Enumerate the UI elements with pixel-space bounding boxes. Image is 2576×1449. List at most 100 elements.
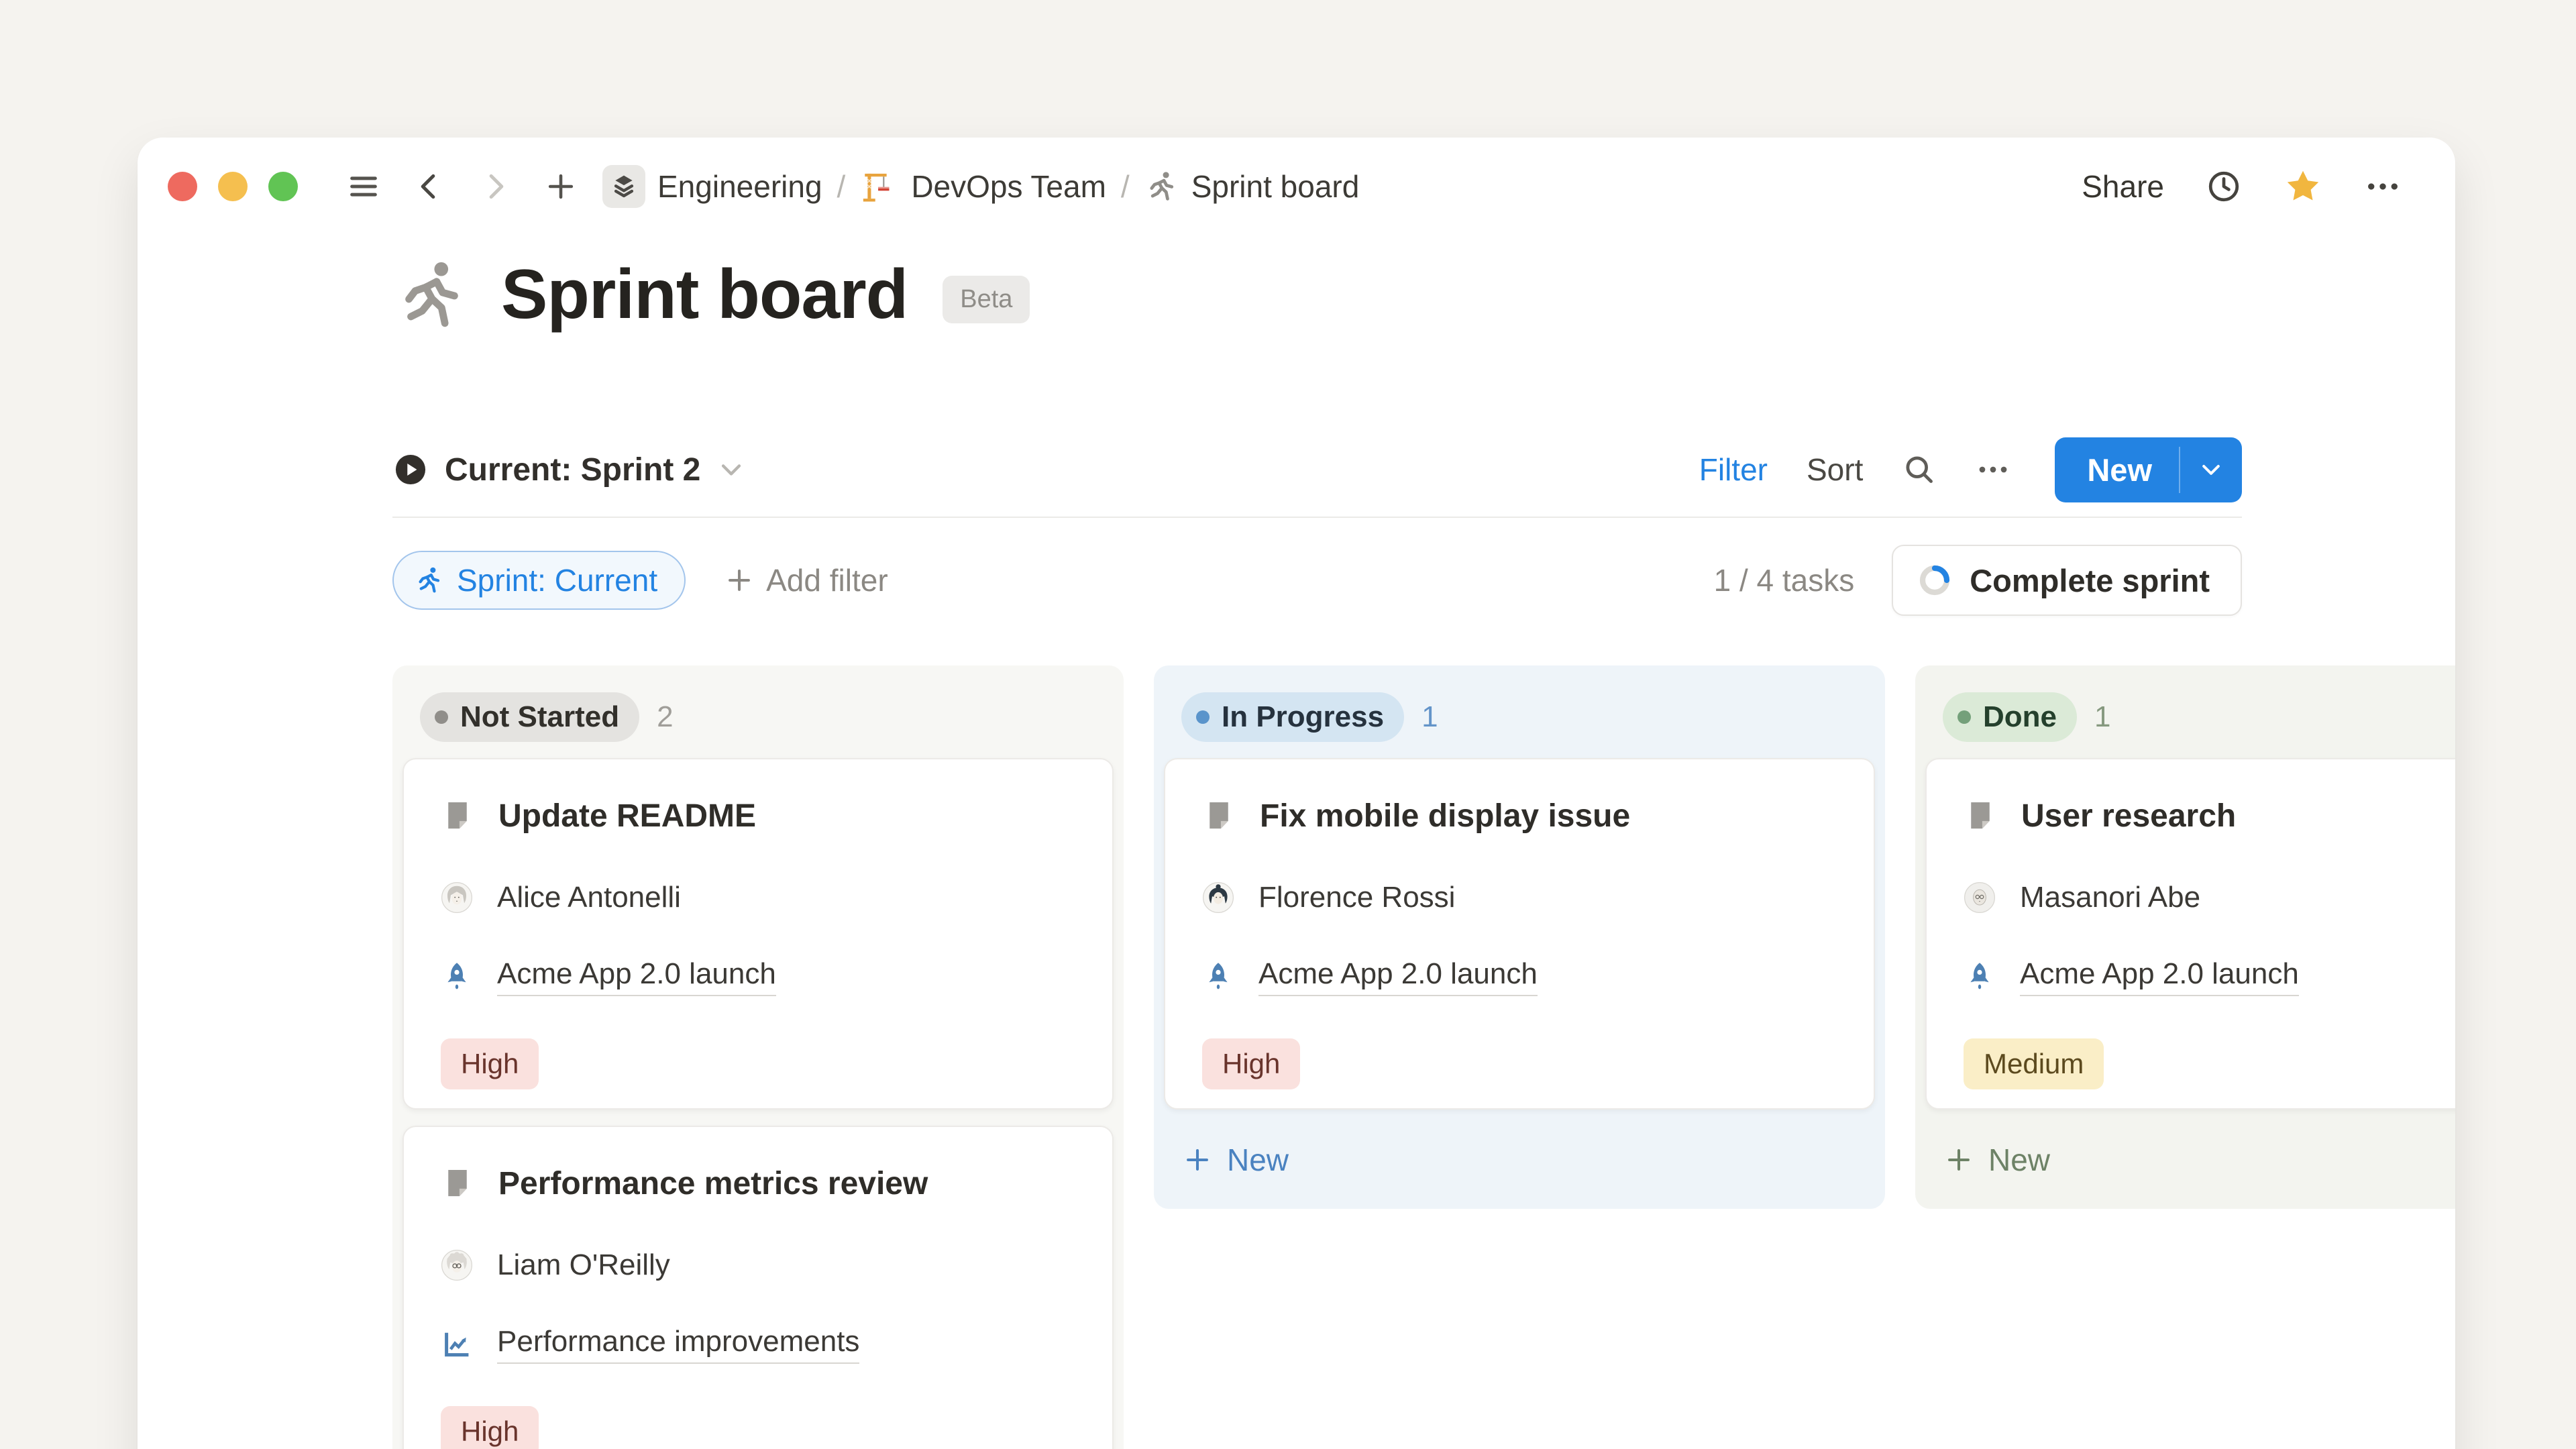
priority-tag: High <box>441 1406 539 1449</box>
filter-bar: Sprint: Current Add filter 1 / 4 tasks C… <box>392 530 2242 631</box>
task-card[interactable]: User research Masanori Abe Acme App 2.0 … <box>1925 758 2455 1110</box>
rocket-icon <box>1964 961 1996 993</box>
relation-link[interactable]: Acme App 2.0 launch <box>1258 957 1538 996</box>
new-task-dropdown[interactable] <box>2180 437 2242 502</box>
page-icon <box>1964 799 1997 833</box>
assignee-name: Masanori Abe <box>2020 881 2200 914</box>
status-label: In Progress <box>1222 700 1384 734</box>
forward-button[interactable] <box>478 169 513 204</box>
page-icon <box>1202 799 1236 833</box>
sprint-filter-chip[interactable]: Sprint: Current <box>392 551 686 610</box>
nav-controls <box>346 169 578 204</box>
add-filter-label: Add filter <box>766 562 888 598</box>
add-card-button[interactable]: New <box>1164 1128 1875 1191</box>
sprint-filter-label: Sprint: Current <box>457 562 657 598</box>
close-window-button[interactable] <box>168 172 197 201</box>
status-pill-done[interactable]: Done <box>1943 692 2077 742</box>
assignee-row: Florence Rossi <box>1202 868 1847 927</box>
assignee-name: Florence Rossi <box>1258 881 1455 914</box>
card-title-row: Performance metrics review <box>441 1154 1085 1213</box>
chevron-down-icon <box>716 455 746 484</box>
task-card[interactable]: Performance metrics review Liam O'Reilly… <box>402 1126 1114 1449</box>
relation-link[interactable]: Acme App 2.0 launch <box>2020 957 2299 996</box>
priority-tag: High <box>441 1038 539 1089</box>
breadcrumb-item-devops-team[interactable]: DevOps Team <box>860 167 1106 206</box>
chart-icon <box>441 1328 473 1360</box>
relation-link[interactable]: Performance improvements <box>497 1325 859 1364</box>
breadcrumb-label: Sprint board <box>1191 168 1360 205</box>
page-title[interactable]: Sprint board <box>501 255 908 335</box>
assignee-row: Masanori Abe <box>1964 868 2455 927</box>
new-task-button[interactable]: New <box>2055 437 2242 502</box>
breadcrumb-item-sprint-board[interactable]: Sprint board <box>1144 168 1360 205</box>
favorite-star-icon[interactable] <box>2284 167 2322 206</box>
status-label: Done <box>1983 700 2057 734</box>
search-icon[interactable] <box>1902 452 1937 487</box>
column-header: Done 1 <box>1925 675 2455 758</box>
card-title: User research <box>2021 798 2236 835</box>
view-toolbar: Current: Sprint 2 Filter Sort New <box>392 423 2242 518</box>
stack-icon <box>602 165 645 208</box>
card-title-row: Update README <box>441 786 1085 845</box>
status-pill-not-started[interactable]: Not Started <box>420 692 639 742</box>
plus-icon <box>1183 1145 1212 1175</box>
zoom-window-button[interactable] <box>268 172 298 201</box>
avatar <box>441 1249 473 1281</box>
sprint-status: 1 / 4 tasks Complete sprint <box>1714 545 2242 616</box>
breadcrumb-label: DevOps Team <box>911 168 1106 205</box>
card-title: Performance metrics review <box>498 1165 928 1202</box>
beta-badge: Beta <box>943 276 1030 323</box>
view-actions: Filter Sort New <box>1699 437 2242 502</box>
priority-tag: Medium <box>1964 1038 2104 1089</box>
column-header: Not Started 2 <box>402 675 1114 758</box>
app-window: Engineering / DevOps Team / Sprint board… <box>138 138 2455 1449</box>
relation-row: Acme App 2.0 launch <box>1202 947 1847 1006</box>
more-options-icon[interactable] <box>2364 168 2402 205</box>
task-card[interactable]: Update README Alice Antonelli Acme App 2… <box>402 758 1114 1110</box>
new-task-button-label[interactable]: New <box>2055 437 2179 502</box>
breadcrumb-item-engineering[interactable]: Engineering <box>602 165 822 208</box>
task-card[interactable]: Fix mobile display issue Florence Rossi … <box>1164 758 1875 1110</box>
status-pill-in-progress[interactable]: In Progress <box>1181 692 1404 742</box>
priority-row: Medium <box>1964 1038 2455 1089</box>
filter-button[interactable]: Filter <box>1699 451 1768 488</box>
status-label: Not Started <box>460 700 619 734</box>
complete-sprint-button[interactable]: Complete sprint <box>1892 545 2242 616</box>
priority-tag: High <box>1202 1038 1300 1089</box>
complete-sprint-label: Complete sprint <box>1970 562 2210 599</box>
new-page-button[interactable] <box>543 169 578 204</box>
column-count: 2 <box>657 700 673 734</box>
column-done: Done 1 User research Masanori Abe <box>1915 665 2455 1209</box>
assignee-name: Alice Antonelli <box>497 881 681 914</box>
crane-icon <box>860 167 899 206</box>
add-filter-button[interactable]: Add filter <box>724 562 888 598</box>
runner-icon <box>414 565 445 596</box>
updates-clock-icon[interactable] <box>2206 168 2242 205</box>
add-card-button[interactable]: New <box>1925 1128 2455 1191</box>
runner-icon[interactable] <box>392 256 472 335</box>
status-dot <box>1196 710 1210 724</box>
share-button[interactable]: Share <box>2082 168 2164 205</box>
sort-button[interactable]: Sort <box>1807 451 1863 488</box>
minimize-window-button[interactable] <box>218 172 248 201</box>
back-button[interactable] <box>412 169 447 204</box>
card-title-row: Fix mobile display issue <box>1202 786 1847 845</box>
relation-link[interactable]: Acme App 2.0 launch <box>497 957 776 996</box>
page-icon <box>441 799 474 833</box>
add-card-label: New <box>1227 1142 1289 1178</box>
view-selector[interactable]: Current: Sprint 2 <box>392 451 746 488</box>
sidebar-menu-button[interactable] <box>346 169 381 204</box>
window-controls <box>168 172 298 201</box>
card-title: Update README <box>498 798 756 835</box>
breadcrumb-label: Engineering <box>657 168 822 205</box>
avatar <box>441 881 473 914</box>
card-list: Fix mobile display issue Florence Rossi … <box>1164 758 1875 1110</box>
relation-row: Performance improvements <box>441 1315 1085 1374</box>
status-dot <box>1957 710 1971 724</box>
breadcrumb: Engineering / DevOps Team / Sprint board <box>602 165 1359 208</box>
breadcrumb-separator: / <box>1121 168 1130 205</box>
status-dot <box>435 710 448 724</box>
view-more-options-icon[interactable] <box>1976 452 2010 487</box>
column-count: 1 <box>1421 700 1438 734</box>
avatar <box>1202 881 1234 914</box>
